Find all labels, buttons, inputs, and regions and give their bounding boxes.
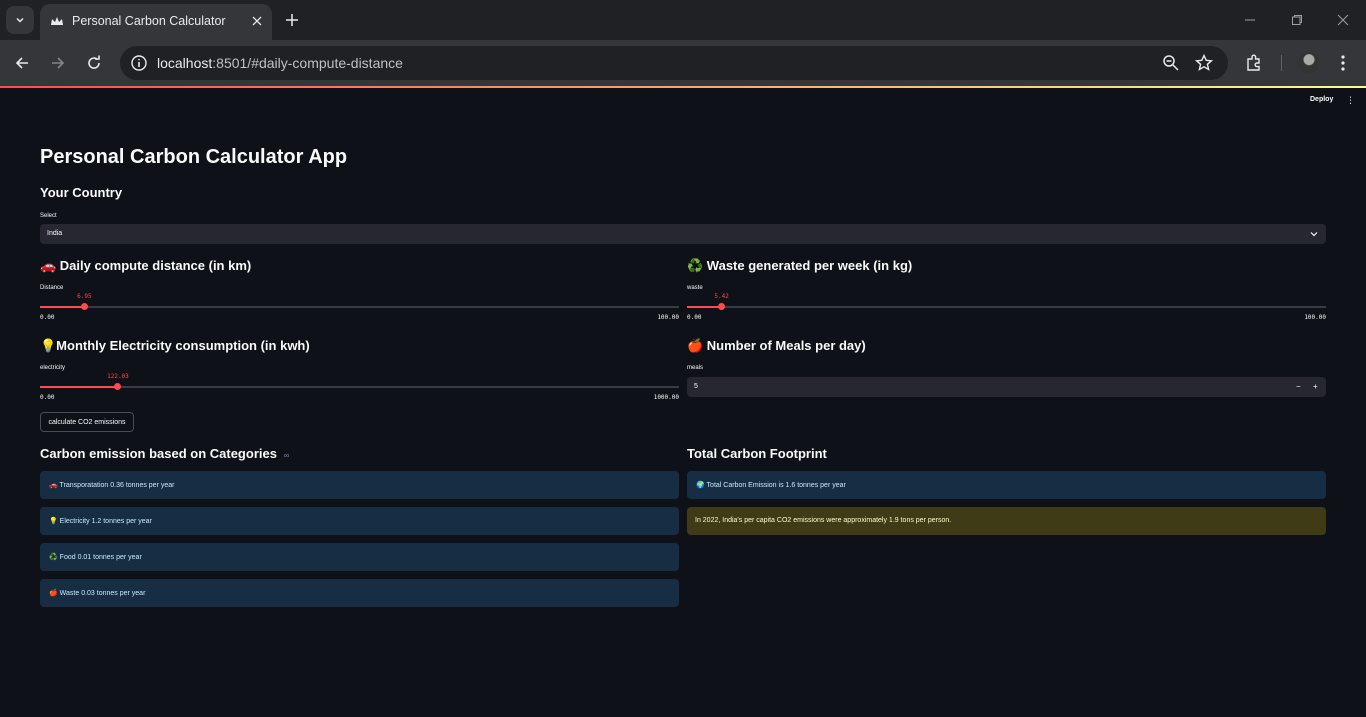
tab-search-button[interactable] [6,6,34,34]
chevron-down-icon [16,17,24,23]
bookmark-star-icon[interactable] [1195,54,1213,72]
slider-thumb[interactable] [114,383,122,390]
browser-tabbar: Personal Carbon Calculator [0,0,1366,40]
tab-close-button[interactable] [248,12,266,30]
arrow-right-icon [52,57,65,69]
country-select[interactable]: India [40,224,1326,244]
reload-button[interactable] [84,53,104,73]
slider-max-value: 1000.00 [653,394,679,401]
increment-button[interactable]: + [1313,382,1318,391]
country-select-value: India [47,230,63,237]
meals-input-value: 5 [694,383,698,390]
site-info-icon[interactable] [130,54,148,72]
globe-icon: 🌍 [696,482,705,489]
chevron-down-icon [1310,232,1318,237]
browser-toolbar: localhost:8501/#daily-compute-distance [0,40,1366,86]
slider-thumb[interactable] [80,303,88,310]
deploy-button[interactable]: Deploy [1310,96,1333,103]
meals-number-input[interactable]: 5 − + [687,377,1326,397]
lightbulb-icon: 💡 [49,518,58,525]
decrement-button[interactable]: − [1296,382,1301,391]
toolbar-separator [1281,55,1282,71]
alert-text: Transporatation 0.36 tonnes per year [59,482,175,489]
minimize-icon [1245,19,1255,21]
alert-text: Electricity 1.2 tonnes per year [59,518,152,525]
arrow-left-icon [15,57,28,69]
recycle-icon: ♻️ [49,554,58,561]
browser-menu-icon[interactable] [1336,54,1350,72]
alert-text: Total Carbon Emission is 1.6 tonnes per … [706,482,846,489]
close-icon [252,16,262,26]
alert-text: Waste 0.03 tonnes per year [59,590,146,597]
plus-icon [286,14,298,26]
slider-current-value: 6.95 [77,293,92,300]
slider-current-value: 5.42 [714,293,729,300]
country-select-label: Select [40,213,57,219]
car-icon: 🚗 [49,482,58,489]
slider-fill [687,306,722,308]
close-icon [1337,14,1349,26]
calculate-co2-button[interactable]: calculate CO2 emissions [40,412,134,432]
slider-track [40,306,679,308]
extensions-icon[interactable] [1245,54,1263,72]
food-emission-alert: ♻️ Food 0.01 tonnes per year [40,543,679,571]
electricity-emission-alert: 💡 Electricity 1.2 tonnes per year [40,507,679,535]
meals-heading: 🍎 Number of Meals per day) [687,338,866,353]
back-button[interactable] [12,53,32,73]
close-window-button[interactable] [1333,10,1353,30]
profile-avatar[interactable] [1298,52,1320,74]
app-menu-icon[interactable]: ⋮ [1346,96,1355,105]
restore-window-button[interactable] [1287,10,1307,30]
total-footprint-heading: Total Carbon Footprint [687,446,827,461]
electricity-heading: 💡Monthly Electricity consumption (in kwh… [40,338,310,353]
slider-track [40,386,679,388]
app-top-decoration [0,86,1366,88]
categories-heading: Carbon emission based on Categories ∞ [40,446,289,461]
slider-min-value: 0.00 [40,314,55,321]
meals-input-label: meals [687,365,704,371]
waste-emission-alert: 🍎 Waste 0.03 tonnes per year [40,579,679,607]
waste-slider-label: waste [687,285,703,291]
electricity-slider-label: electricity [40,365,66,371]
waste-heading: ♻️ Waste generated per week (in kg) [687,258,913,273]
tab-title: Personal Carbon Calculator [72,14,226,28]
restore-icon [1292,15,1302,25]
slider-min-value: 0.00 [687,314,702,321]
slider-min-value: 0.00 [40,394,55,401]
alert-text: Food 0.01 tonnes per year [59,554,142,561]
slider-current-value: 122.03 [107,373,129,380]
forward-button[interactable] [48,53,68,73]
streamlit-crown-icon [51,17,63,25]
distance-heading: 🚗 Daily compute distance (in km) [40,258,252,273]
anchor-link-icon[interactable]: ∞ [284,451,290,460]
slider-thumb[interactable] [718,303,726,310]
country-heading: Your Country [40,185,123,200]
address-bar[interactable]: localhost:8501/#daily-compute-distance [120,46,1228,80]
reload-icon [88,55,100,69]
slider-fill [40,386,118,388]
transport-emission-alert: 🚗 Transporatation 0.36 tonnes per year [40,471,679,499]
slider-track [687,306,1326,308]
slider-max-value: 100.00 [1304,314,1326,321]
slider-max-value: 100.00 [657,314,679,321]
url-text: localhost:8501/#daily-compute-distance [157,55,403,71]
warning-text: In 2022, India's per capita CO2 emission… [695,517,952,524]
total-emission-alert: 🌍 Total Carbon Emission is 1.6 tonnes pe… [687,471,1326,499]
zoom-icon[interactable] [1162,54,1180,72]
new-tab-button[interactable] [282,10,302,30]
slider-fill [40,306,85,308]
page-title: Personal Carbon Calculator App [40,146,348,168]
categories-heading-text: Carbon emission based on Categories [40,446,277,461]
minimize-window-button[interactable] [1240,10,1260,30]
per-capita-warning: In 2022, India's per capita CO2 emission… [687,507,1326,535]
apple-icon: 🍎 [49,590,58,597]
browser-tab[interactable]: Personal Carbon Calculator [40,4,272,40]
distance-slider-label: Distance [40,285,64,291]
